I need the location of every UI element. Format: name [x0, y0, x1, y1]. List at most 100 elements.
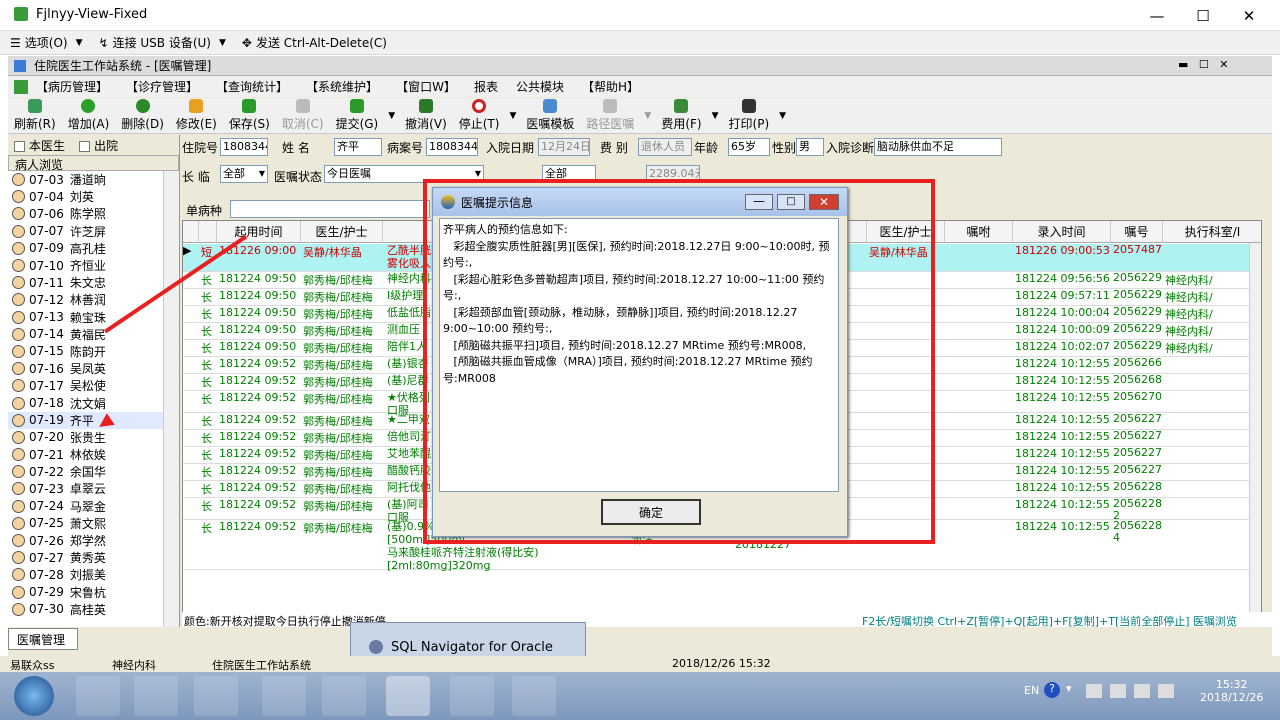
bed-number: 07-17: [29, 378, 64, 393]
patient-item[interactable]: 07-04 刘英: [8, 188, 179, 205]
grid-header-entry-time[interactable]: 录入时间: [1013, 221, 1111, 243]
send-cad-menu[interactable]: ✥ 发送 Ctrl-Alt-Delete(C): [242, 34, 387, 51]
grid-header-doctor[interactable]: 医生/护士: [301, 221, 383, 243]
stop-button[interactable]: 停止(T): [453, 98, 506, 134]
menu-bingli[interactable]: 【病历管理】: [36, 78, 108, 95]
chuyuan-checkbox[interactable]: 出院: [79, 137, 118, 154]
name-field[interactable]: 齐平: [334, 138, 382, 156]
patient-item[interactable]: 07-14 黄福民: [8, 326, 179, 343]
maximize-icon[interactable]: ☐: [1180, 0, 1226, 31]
patient-item[interactable]: 07-24 马翠金: [8, 498, 179, 515]
action-center-icon[interactable]: [1134, 684, 1150, 698]
chang-select[interactable]: 全部 ▼: [220, 165, 268, 183]
patient-item[interactable]: 07-03 潘道晌: [8, 171, 179, 188]
patient-item[interactable]: 07-17 吴松使: [8, 377, 179, 394]
patient-item[interactable]: 07-19 齐平: [8, 411, 179, 429]
his-app-icon[interactable]: [386, 676, 430, 716]
patient-item[interactable]: 07-28 刘振美: [8, 566, 179, 583]
patient-item[interactable]: 07-27 黄秀英: [8, 549, 179, 566]
chevron-down-icon[interactable]: ▼: [712, 111, 719, 121]
menu-zhenliao[interactable]: 【诊疗管理】: [126, 78, 198, 95]
diag-field[interactable]: 脑动脉供血不足: [874, 138, 1002, 156]
patient-item[interactable]: 07-22 余国华: [8, 463, 179, 480]
menu-baobiao[interactable]: 报表: [474, 78, 498, 95]
media-player-icon[interactable]: [194, 676, 238, 716]
sql-icon[interactable]: [512, 676, 556, 716]
app-window-buttons[interactable]: ▬ ☐ ✕: [1178, 58, 1228, 71]
delete-button[interactable]: 删除(D): [115, 98, 170, 134]
patient-item[interactable]: 07-16 吴凤英: [8, 360, 179, 377]
template-button[interactable]: 医嘱模板: [520, 98, 580, 134]
cancel-button[interactable]: 取消(C): [276, 98, 330, 134]
patient-item[interactable]: 07-25 萧文熙: [8, 515, 179, 532]
refresh-button[interactable]: 刷新(R): [8, 98, 62, 134]
age-field[interactable]: 65岁: [728, 138, 770, 156]
patient-item[interactable]: 07-29 宋鲁杭: [8, 584, 179, 601]
menu-gonggong[interactable]: 公共模块: [516, 78, 564, 95]
sex-field[interactable]: 男: [796, 138, 824, 156]
patient-list-scrollbar[interactable]: [163, 171, 179, 627]
folder-icon[interactable]: [134, 676, 178, 716]
clock[interactable]: 15:32 2018/12/26: [1200, 678, 1263, 704]
add-button[interactable]: 增加(A): [62, 98, 116, 134]
patient-item[interactable]: 07-30 高桂英: [8, 601, 179, 618]
patient-item[interactable]: 07-11 朱文忠: [8, 274, 179, 291]
patient-item[interactable]: 07-07 许芝屏: [8, 223, 179, 240]
save-button[interactable]: 保存(S): [223, 98, 276, 134]
patient-item[interactable]: 07-21 林依娭: [8, 446, 179, 463]
patient-item[interactable]: 07-09 高孔桂: [8, 240, 179, 257]
grid-header-start[interactable]: 起用时间: [217, 221, 301, 243]
minimize-icon[interactable]: —: [1134, 0, 1180, 31]
grid-header-order-no[interactable]: 嘱号: [1111, 221, 1163, 243]
chevron-down-icon[interactable]: ▼: [388, 111, 395, 121]
network-icon[interactable]: [1110, 684, 1126, 698]
chevron-down-icon[interactable]: ▼: [509, 111, 516, 121]
bottom-tab[interactable]: 医嘱管理: [8, 628, 78, 650]
menu-chaxun[interactable]: 【查询统计】: [216, 78, 288, 95]
language-indicator[interactable]: EN: [1024, 684, 1039, 697]
grid-scrollbar[interactable]: [1249, 243, 1261, 623]
patient-item[interactable]: 07-26 郑学然: [8, 532, 179, 549]
options-menu[interactable]: ☰ 选项(O) ▼: [10, 34, 87, 51]
close-icon[interactable]: ✕: [1226, 0, 1272, 31]
help-icon[interactable]: ?: [1044, 682, 1060, 698]
fee-button[interactable]: 费用(F): [655, 98, 707, 134]
revoke-button[interactable]: 撤消(V): [399, 98, 453, 134]
patient-item[interactable]: 07-15 陈韵开: [8, 343, 179, 360]
edit-button[interactable]: 修改(E): [170, 98, 223, 134]
refresh-icon: [27, 99, 42, 113]
patient-item[interactable]: 07-23 卓翠云: [8, 480, 179, 497]
tray-chevron-icon[interactable]: ▾: [1066, 682, 1072, 695]
print-button[interactable]: 打印(P): [723, 98, 776, 134]
notepad-icon[interactable]: [322, 676, 366, 716]
ben-yisheng-checkbox[interactable]: 本医生: [14, 137, 65, 154]
patient-item[interactable]: 07-18 沈文娟: [8, 394, 179, 411]
ie-icon[interactable]: [76, 676, 120, 716]
menu-xitong[interactable]: 【系统维护】: [306, 78, 378, 95]
patient-item[interactable]: 07-20 张贵生: [8, 429, 179, 446]
volume-icon[interactable]: [1158, 684, 1174, 698]
checkbox-icon: [14, 140, 25, 152]
keyboard-icon[interactable]: [1086, 684, 1102, 698]
menu-help[interactable]: 【帮助H】: [582, 78, 639, 95]
usb-menu[interactable]: ↯ 连接 USB 设备(U) ▼: [99, 34, 230, 51]
patient-item[interactable]: 07-10 齐恒业: [8, 257, 179, 274]
chevron-down-icon[interactable]: ▼: [779, 111, 786, 121]
fee-field[interactable]: 退休人员: [638, 138, 692, 156]
path-order-button[interactable]: 路径医嘱: [580, 98, 640, 134]
sqlnav-icon[interactable]: [450, 676, 494, 716]
danbingzhong-field[interactable]: [230, 200, 430, 218]
chevron-down-icon[interactable]: ▼: [644, 111, 651, 121]
menu-window[interactable]: 【窗口W】: [396, 78, 456, 95]
grid-header-zhufu[interactable]: 嘱咐: [945, 221, 1013, 243]
date-field[interactable]: 12月24日: [538, 138, 590, 156]
database-icon[interactable]: [262, 676, 306, 716]
status-bar: 易联众ss 神经内科 住院医生工作站系统 2018/12/26 15:32: [0, 656, 1280, 672]
bah-field[interactable]: 1808344: [426, 138, 478, 156]
start-button[interactable]: [14, 676, 54, 716]
patient-item[interactable]: 07-13 赖宝珠: [8, 309, 179, 326]
grid-header-dept[interactable]: 执行科室/I: [1163, 221, 1261, 243]
submit-button[interactable]: 提交(G): [330, 98, 385, 134]
zyh-field[interactable]: 1808344: [220, 138, 268, 156]
patient-item[interactable]: 07-06 陈学照: [8, 205, 179, 222]
